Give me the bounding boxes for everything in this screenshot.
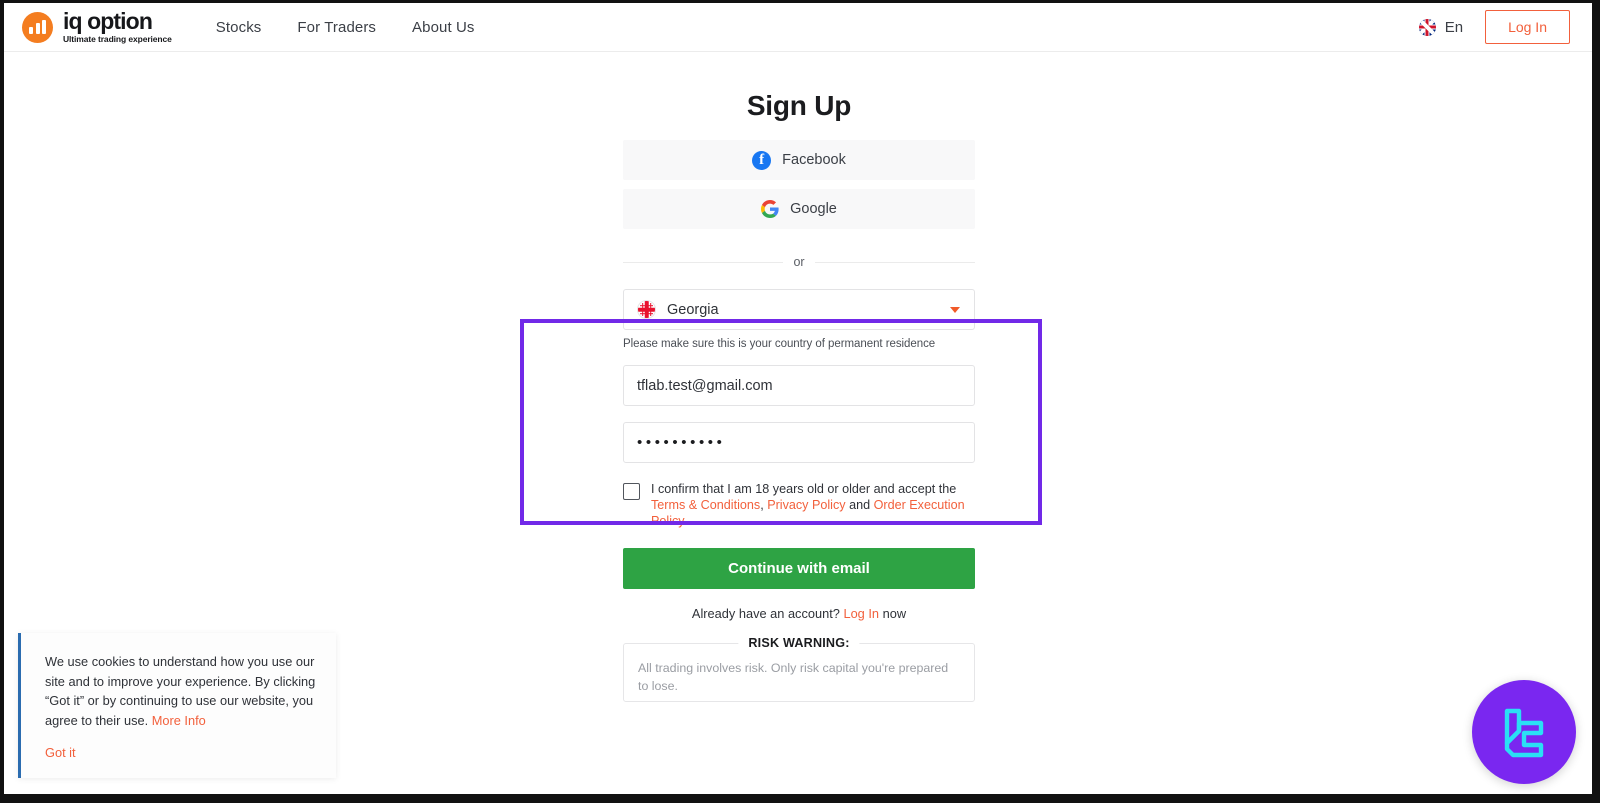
brand-wordmark: iq option Ultimate trading experience <box>63 10 172 44</box>
already-suffix: now <box>882 606 907 622</box>
divider-line-right <box>814 261 975 263</box>
privacy-policy-link[interactable]: Privacy Policy <box>767 498 845 512</box>
terms-conditions-link[interactable]: Terms & Conditions <box>651 498 760 512</box>
facebook-label: Facebook <box>782 152 846 168</box>
cookie-consent-banner: We use cookies to understand how you use… <box>18 632 336 778</box>
google-label: Google <box>790 201 837 217</box>
login-link[interactable]: Log In <box>843 606 879 621</box>
site-header: iq option Ultimate trading experience St… <box>4 3 1592 52</box>
or-divider: or <box>623 255 975 269</box>
primary-nav: Stocks For Traders About Us <box>216 19 475 36</box>
country-select[interactable]: Georgia <box>623 289 975 330</box>
cookie-accept-button[interactable]: Got it <box>45 745 76 760</box>
country-value: Georgia <box>667 301 719 318</box>
continue-with-email-button[interactable]: Continue with email <box>623 548 975 590</box>
language-selector[interactable]: En <box>1418 18 1464 36</box>
nav-item-about-us[interactable]: About Us <box>412 19 475 36</box>
login-button[interactable]: Log In <box>1485 10 1570 44</box>
uk-flag-icon <box>1418 18 1436 36</box>
risk-warning-box: RISK WARNING: All trading involves risk.… <box>623 636 975 703</box>
nav-item-stocks[interactable]: Stocks <box>216 19 262 36</box>
email-input[interactable] <box>623 365 975 406</box>
chevron-down-icon <box>950 306 960 313</box>
brand-logo[interactable]: iq option Ultimate trading experience <box>22 10 172 44</box>
google-icon <box>761 200 779 218</box>
risk-warning-legend: RISK WARNING: <box>738 636 860 651</box>
divider-label: or <box>793 255 805 269</box>
signup-form: Sign Up f Facebook Google or Georgia Ple… <box>623 52 975 703</box>
main-content: Sign Up f Facebook Google or Georgia Ple… <box>4 52 1592 794</box>
nav-item-for-traders[interactable]: For Traders <box>297 19 376 36</box>
terms-and: and <box>849 498 871 513</box>
already-prefix: Already have an account? <box>691 606 840 622</box>
already-have-account: Already have an account? Log In now <box>623 606 975 621</box>
floating-widget-button[interactable] <box>1472 680 1576 784</box>
facebook-signup-button[interactable]: f Facebook <box>623 140 975 180</box>
terms-text: I confirm that I am 18 years old or olde… <box>651 481 975 529</box>
cookie-more-info-link[interactable]: More Info <box>152 713 206 728</box>
terms-agreement-row: I confirm that I am 18 years old or olde… <box>623 481 975 529</box>
page-title: Sign Up <box>746 90 852 121</box>
risk-warning-body: All trading involves risk. Only risk cap… <box>638 661 949 693</box>
georgia-flag-icon <box>637 300 656 319</box>
divider-line-left <box>623 261 784 263</box>
password-input[interactable]: •••••••••• <box>623 422 975 463</box>
page-root: iq option Ultimate trading experience St… <box>4 3 1592 794</box>
terms-comma: , <box>760 498 764 513</box>
google-signup-button[interactable]: Google <box>623 189 975 229</box>
facebook-icon: f <box>752 150 772 170</box>
widget-logo-icon <box>1504 708 1544 758</box>
terms-checkbox[interactable] <box>623 483 640 500</box>
brand-name: iq option <box>63 8 153 35</box>
header-actions: En Log In <box>1418 10 1570 44</box>
bar-chart-icon <box>22 11 53 43</box>
screenshot-frame: iq option Ultimate trading experience St… <box>0 0 1600 803</box>
cookie-text-wrap: We use cookies to understand how you use… <box>45 652 316 731</box>
country-hint: Please make sure this is your country of… <box>623 338 936 350</box>
terms-intro: I confirm that I am 18 years old or olde… <box>651 482 957 496</box>
language-label: En <box>1444 18 1464 36</box>
brand-tagline: Ultimate trading experience <box>63 34 172 45</box>
